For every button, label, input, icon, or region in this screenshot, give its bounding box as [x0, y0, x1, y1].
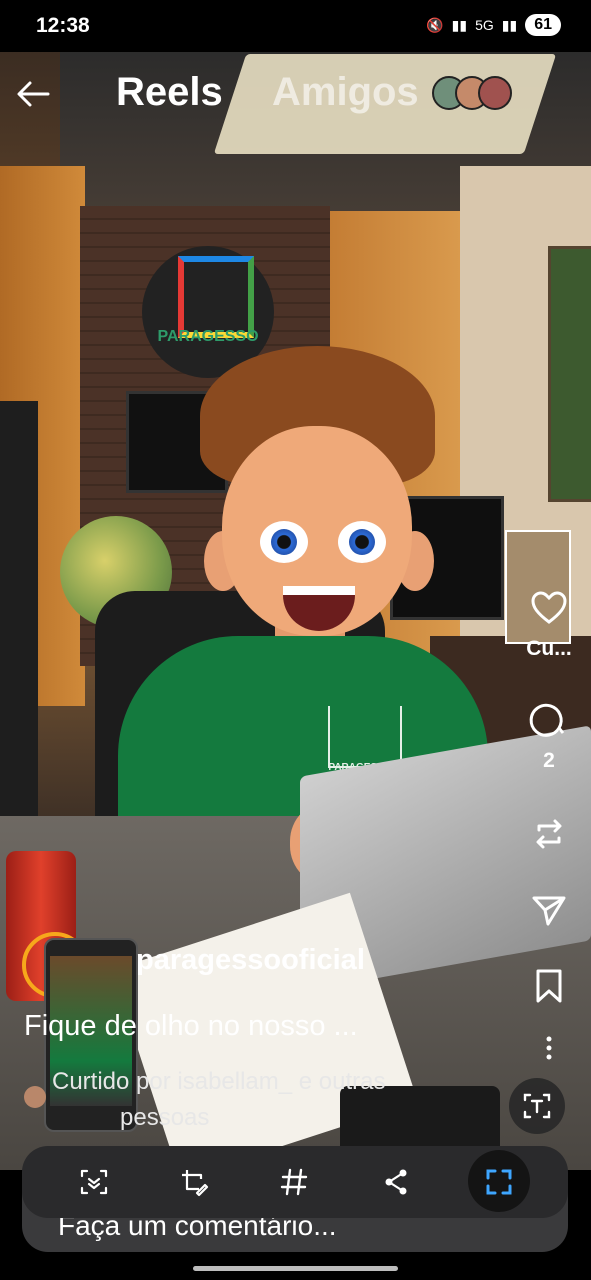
- share-button[interactable]: [514, 890, 584, 935]
- clock: 12:38: [36, 14, 90, 37]
- hashtag-icon: [280, 1168, 308, 1196]
- like-button[interactable]: Cu...: [514, 588, 584, 661]
- signal-icon: ▮▮: [451, 16, 468, 33]
- remix-button[interactable]: [514, 814, 584, 859]
- text-scan-icon: [523, 1093, 551, 1119]
- heart-icon: [531, 591, 567, 624]
- bookmark-icon: [536, 969, 562, 1003]
- more-vertical-icon: [546, 1036, 552, 1060]
- more-options-button[interactable]: [514, 1034, 584, 1069]
- post-username[interactable]: paragessooficial: [136, 944, 365, 977]
- tab-reels[interactable]: Reels: [116, 70, 223, 115]
- scan-down-icon: [80, 1169, 108, 1195]
- text-recognition-button[interactable]: [509, 1078, 565, 1134]
- house-logo-icon: [178, 256, 254, 338]
- repost-icon: [536, 819, 562, 849]
- crop-edit-icon: [182, 1170, 209, 1197]
- battery-indicator: 61: [525, 14, 561, 36]
- mute-icon: 🔇: [426, 16, 444, 33]
- comment-icon: [529, 703, 565, 737]
- friends-avatars[interactable]: [432, 76, 512, 110]
- save-button[interactable]: [514, 966, 584, 1011]
- liked-by[interactable]: Curtido por isabellam_ e outras: [52, 1068, 386, 1096]
- comment-count: 2: [543, 749, 555, 772]
- character-eye: [260, 521, 308, 563]
- shirt-logo-icon: [328, 706, 402, 768]
- liked-by-continued[interactable]: pessoas: [120, 1104, 209, 1132]
- send-icon: [532, 896, 566, 926]
- wall-logo-text: PARAGESSO: [157, 328, 259, 345]
- tab-amigos[interactable]: Amigos: [272, 70, 419, 115]
- post-caption[interactable]: Fique de olho no nosso ...: [24, 1010, 424, 1043]
- back-button[interactable]: [14, 74, 54, 114]
- avatar: [478, 76, 512, 110]
- liker-avatar: [24, 1086, 46, 1108]
- signal-icon-2: ▮▮: [501, 16, 518, 33]
- status-bar: 12:38 🔇 ▮▮ 5G ▮▮ 61: [0, 0, 591, 52]
- network-type: 5G: [475, 17, 494, 33]
- share-sheet-button[interactable]: [374, 1160, 418, 1204]
- arrow-left-icon: [17, 81, 50, 107]
- screenshot-selector-button[interactable]: [477, 1160, 521, 1204]
- home-indicator[interactable]: [193, 1266, 398, 1271]
- comment-button[interactable]: 2: [514, 700, 584, 773]
- edit-button[interactable]: [172, 1160, 216, 1204]
- character-eye: [338, 521, 386, 563]
- bottom-toolbar: [22, 1146, 568, 1218]
- hashtag-button[interactable]: [272, 1160, 316, 1204]
- reels-header: Reels Amigos: [0, 56, 591, 136]
- scan-button[interactable]: [72, 1160, 116, 1204]
- selection-frame-icon: [486, 1169, 512, 1195]
- like-count: Cu...: [526, 637, 572, 660]
- share-icon: [385, 1169, 407, 1195]
- painting: [548, 246, 591, 502]
- status-icons: 🔇 ▮▮ 5G ▮▮ 61: [426, 14, 561, 36]
